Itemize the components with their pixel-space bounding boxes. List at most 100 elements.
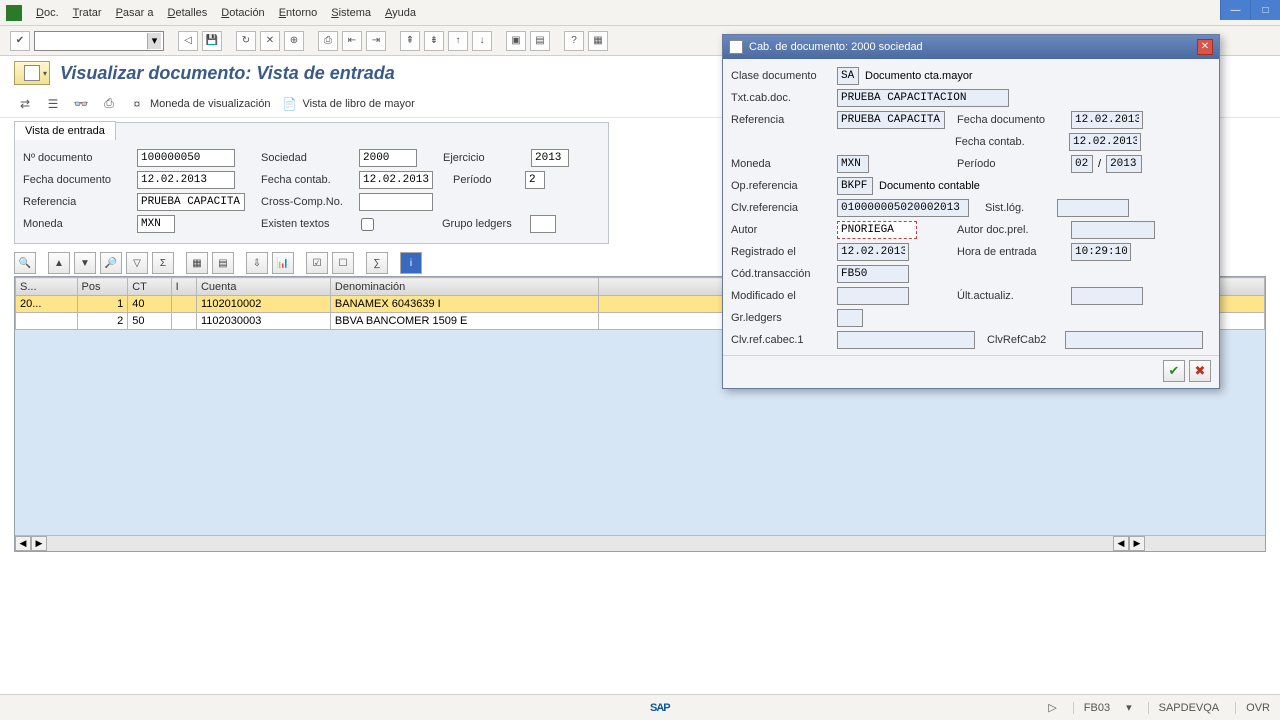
dialog-cancel-button[interactable]: ✖: [1189, 360, 1211, 382]
scroll-right1-icon[interactable]: ▶: [31, 536, 47, 551]
clv2-field[interactable]: [1065, 331, 1203, 349]
opref-field[interactable]: [837, 177, 873, 195]
reg-field[interactable]: [837, 243, 909, 261]
help-icon[interactable]: ?: [564, 31, 584, 51]
sort-asc-icon[interactable]: ▲: [48, 252, 70, 274]
cancel-icon[interactable]: ✕: [260, 31, 280, 51]
clase-field[interactable]: [837, 67, 859, 85]
menu-detalles[interactable]: Detalles: [168, 7, 208, 19]
min-icon[interactable]: —: [1220, 0, 1250, 20]
ok-icon[interactable]: ✔: [10, 31, 30, 51]
ult-field[interactable]: [1071, 287, 1143, 305]
menu-doc[interactable]: Doc.: [36, 7, 59, 19]
create-session-icon[interactable]: ▣: [506, 31, 526, 51]
layout-icon[interactable]: ▦: [588, 31, 608, 51]
menu-dotacion[interactable]: Dotación: [221, 7, 264, 19]
grl-field[interactable]: [837, 309, 863, 327]
menu-entorno[interactable]: Entorno: [279, 7, 318, 19]
scroll-down-icon[interactable]: ↓: [472, 31, 492, 51]
autor-field[interactable]: [837, 221, 917, 239]
grid-scrollbar[interactable]: ◀▶ ◀▶: [15, 535, 1265, 551]
nav-icon[interactable]: ⊕: [284, 31, 304, 51]
clvref-field[interactable]: [837, 199, 969, 217]
scroll-up-icon[interactable]: ↑: [448, 31, 468, 51]
autprel-field[interactable]: [1071, 221, 1155, 239]
scroll-right-icon[interactable]: ▶: [1129, 536, 1145, 551]
ref-field[interactable]: [137, 193, 245, 211]
close-icon[interactable]: ✕: [1197, 39, 1213, 55]
mon-field[interactable]: [137, 215, 175, 233]
glasses-icon[interactable]: 👓: [72, 95, 90, 113]
currency-view-link[interactable]: ¤ Moneda de visualización: [128, 95, 270, 113]
col-cuenta[interactable]: Cuenta: [196, 278, 330, 296]
status-menu-icon[interactable]: ▾: [1126, 701, 1132, 714]
ejer-field[interactable]: [531, 149, 569, 167]
hora-field[interactable]: [1071, 243, 1131, 261]
back-icon[interactable]: ◁: [178, 31, 198, 51]
scroll-left-icon[interactable]: ◀: [15, 536, 31, 551]
dmon-field[interactable]: [837, 155, 869, 173]
sort-desc-icon[interactable]: ▼: [74, 252, 96, 274]
scroll-left2-icon[interactable]: ◀: [1113, 536, 1129, 551]
status-arrow-icon[interactable]: ▷: [1048, 701, 1056, 714]
refresh-icon[interactable]: ↻: [236, 31, 256, 51]
col-ct[interactable]: CT: [128, 278, 171, 296]
max-icon[interactable]: □: [1250, 0, 1280, 20]
menu-pasara[interactable]: Pasar a: [116, 7, 154, 19]
menu-sistema[interactable]: Sistema: [331, 7, 371, 19]
ledger-view-link[interactable]: 📄 Vista de libro de mayor: [280, 95, 414, 113]
command-field[interactable]: ▾: [34, 31, 164, 51]
dialog-titlebar[interactable]: Cab. de documento: 2000 sociedad ✕: [723, 35, 1219, 59]
select-icon[interactable]: ☑: [306, 252, 328, 274]
per-field[interactable]: [525, 171, 545, 189]
grp-field[interactable]: [530, 215, 556, 233]
exist-checkbox[interactable]: [361, 218, 374, 231]
page-up-icon[interactable]: ⇞: [400, 31, 420, 51]
excel-icon[interactable]: 📊: [272, 252, 294, 274]
detail-icon[interactable]: 🔍: [14, 252, 36, 274]
dialog-ok-button[interactable]: ✔: [1163, 360, 1185, 382]
dref-field[interactable]: [837, 111, 945, 129]
shortcut-icon[interactable]: ▤: [530, 31, 550, 51]
col-s[interactable]: S...: [16, 278, 78, 296]
codt-field[interactable]: [837, 265, 909, 283]
print-icon[interactable]: ⎙: [318, 31, 338, 51]
total-icon[interactable]: ∑: [366, 252, 388, 274]
deselect-icon[interactable]: ☐: [332, 252, 354, 274]
clv1-field[interactable]: [837, 331, 975, 349]
info-icon[interactable]: i: [400, 252, 422, 274]
mod-field[interactable]: [837, 287, 909, 305]
sap-logo: SAP: [650, 702, 670, 714]
panel-tab[interactable]: Vista de entrada: [14, 121, 116, 140]
col-denominacion[interactable]: Denominación: [330, 278, 598, 296]
fdoc-field[interactable]: [137, 171, 235, 189]
first-page-icon[interactable]: ⇤: [342, 31, 362, 51]
find-icon[interactable]: 🔎: [100, 252, 122, 274]
document-icon[interactable]: ▾: [14, 61, 50, 85]
page-down-icon[interactable]: ⇟: [424, 31, 444, 51]
layout1-icon[interactable]: ▦: [186, 252, 208, 274]
export-icon[interactable]: ⇩: [246, 252, 268, 274]
layout2-icon[interactable]: ▤: [212, 252, 234, 274]
cross-field[interactable]: [359, 193, 433, 211]
toggle-icon[interactable]: ⇄: [16, 95, 34, 113]
col-pos[interactable]: Pos: [77, 278, 128, 296]
sum-icon[interactable]: Σ: [152, 252, 174, 274]
menu-ayuda[interactable]: Ayuda: [385, 7, 416, 19]
dper1-field[interactable]: [1071, 155, 1093, 173]
sist-field[interactable]: [1057, 199, 1129, 217]
last-page-icon[interactable]: ⇥: [366, 31, 386, 51]
dfdoc-field[interactable]: [1071, 111, 1143, 129]
dper2-field[interactable]: [1106, 155, 1142, 173]
txtcab-field[interactable]: [837, 89, 1009, 107]
filter-icon[interactable]: ▽: [126, 252, 148, 274]
save-icon[interactable]: 💾: [202, 31, 222, 51]
col-i[interactable]: I: [171, 278, 196, 296]
print-icon[interactable]: ⎙: [100, 95, 118, 113]
menu-tratar[interactable]: Tratar: [73, 7, 102, 19]
soc-field[interactable]: [359, 149, 417, 167]
tree-icon[interactable]: ☰: [44, 95, 62, 113]
ndoc-field[interactable]: [137, 149, 235, 167]
dfcont-field[interactable]: [1069, 133, 1141, 151]
fcont-field[interactable]: [359, 171, 433, 189]
